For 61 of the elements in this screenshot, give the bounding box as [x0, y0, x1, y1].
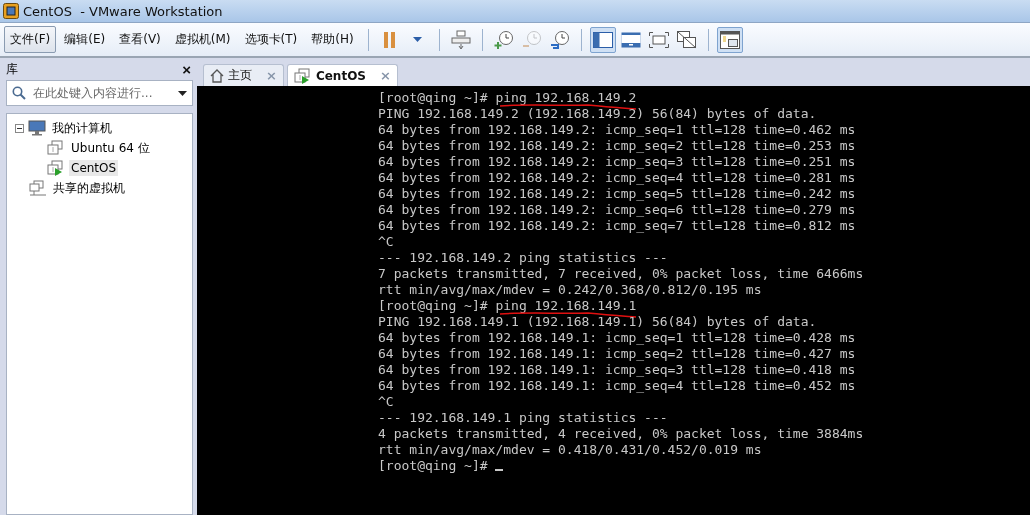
- tree-item[interactable]: CentOS: [69, 160, 119, 176]
- menu-item[interactable]: 查看(V): [113, 26, 167, 53]
- caret-icon: [413, 37, 423, 42]
- window-title: CentOS - VMware Workstation: [23, 3, 223, 19]
- terminal-line: rtt min/avg/max/mdev = 0.418/0.431/0.452/0.019 ms: [378, 442, 762, 458]
- library-title: 库: [6, 60, 18, 78]
- search-icon: [12, 86, 26, 100]
- tree-item[interactable]: 共享的虚拟机: [51, 178, 127, 198]
- network-icon: [450, 29, 471, 50]
- clock-wrench-icon: [549, 29, 570, 50]
- menu-item[interactable]: 编辑(E): [58, 26, 112, 53]
- monitor-icon: [620, 31, 641, 48]
- full-screen-icon: [648, 31, 669, 48]
- terminal-line: 64 bytes from 192.168.149.2: icmp_seq=2 ttl=128 time=0.253 ms: [378, 138, 856, 154]
- terminal-line: 4 packets transmitted, 4 received, 0% packet loss, time 3884ms: [378, 426, 864, 442]
- app-icon: [3, 3, 19, 19]
- tree-item[interactable]: 我的计算机: [50, 118, 114, 138]
- terminal-line: 7 packets transmitted, 7 received, 0% packet loss, time 6466ms: [378, 266, 864, 282]
- menu-item[interactable]: 帮助(H): [305, 26, 360, 53]
- terminal-line: --- 192.168.149.1 ping statistics ---: [378, 410, 668, 426]
- terminal-line: PING 192.168.149.2 (192.168.149.2) 56(84) bytes of data.: [378, 106, 817, 122]
- terminal-line: 64 bytes from 192.168.149.2: icmp_seq=6 ttl=128 time=0.279 ms: [378, 202, 856, 218]
- vm-running-icon: [293, 67, 312, 84]
- terminal-line: rtt min/avg/max/mdev = 0.242/0.368/0.812/0.195 ms: [378, 282, 762, 298]
- clock-plus-icon: [493, 29, 514, 50]
- terminal-line: 64 bytes from 192.168.149.1: icmp_seq=1 ttl=128 time=0.428 ms: [378, 330, 856, 346]
- close-button[interactable]: ×: [180, 60, 193, 78]
- terminal-line: 64 bytes from 192.168.149.2: icmp_seq=1 ttl=128 time=0.462 ms: [378, 122, 856, 138]
- terminal-line: ^C: [378, 234, 394, 250]
- terminal-line: 64 bytes from 192.168.149.1: icmp_seq=3 ttl=128 time=0.418 ms: [378, 362, 856, 378]
- terminal-line: 64 bytes from 192.168.149.2: icmp_seq=4 ttl=128 time=0.281 ms: [378, 170, 856, 186]
- toolbar-button[interactable]: [716, 26, 743, 53]
- tab[interactable]: 主页 ×: [203, 64, 284, 86]
- toolbar-button[interactable]: [589, 26, 616, 53]
- shared-vm-icon: [29, 180, 47, 196]
- terminal-line: PING 192.168.149.1 (192.168.149.1) 56(84) bytes of data.: [378, 314, 817, 330]
- menu-item[interactable]: 文件(F): [4, 26, 57, 53]
- menu-item[interactable]: 虚拟机(M): [168, 26, 237, 53]
- sidebar-layout-icon: [592, 31, 613, 48]
- search-field[interactable]: 在此处键入内容进行...: [6, 80, 193, 106]
- terminal-line: [root@qing ~]# ping 192.168.149.1: [378, 298, 637, 314]
- tab[interactable]: CentOS ×: [286, 64, 398, 86]
- tree-item[interactable]: Ubuntu 64 位: [69, 138, 152, 158]
- terminal-line: 64 bytes from 192.168.149.2: icmp_seq=7 ttl=128 time=0.812 ms: [378, 218, 856, 234]
- computer-icon: [28, 120, 46, 136]
- terminal-line: 64 bytes from 192.168.149.1: icmp_seq=2 ttl=128 time=0.427 ms: [378, 346, 856, 362]
- terminal-line: 64 bytes from 192.168.149.2: icmp_seq=5 ttl=128 time=0.242 ms: [378, 186, 856, 202]
- terminal-line: [root@qing ~]# ping 192.168.149.2: [378, 90, 637, 106]
- terminal-line: [root@qing ~]#: [378, 458, 504, 474]
- terminal-line: 64 bytes from 192.168.149.1: icmp_seq=4 ttl=128 time=0.452 ms: [378, 378, 856, 394]
- collapse-toggle[interactable]: [15, 123, 24, 133]
- terminal-line: --- 192.168.149.2 ping statistics ---: [378, 250, 668, 266]
- window-layout-icon: [719, 30, 740, 49]
- clock-icon: [521, 29, 542, 50]
- pause-icon: [382, 31, 397, 48]
- menu-item[interactable]: 选项卡(T): [238, 26, 304, 53]
- home-icon: [210, 68, 224, 83]
- windows-crossed-icon: [676, 30, 697, 49]
- caret-icon: [178, 91, 187, 96]
- terminal-line: 64 bytes from 192.168.149.2: icmp_seq=3 ttl=128 time=0.251 ms: [378, 154, 856, 170]
- terminal-line: ^C: [378, 394, 394, 410]
